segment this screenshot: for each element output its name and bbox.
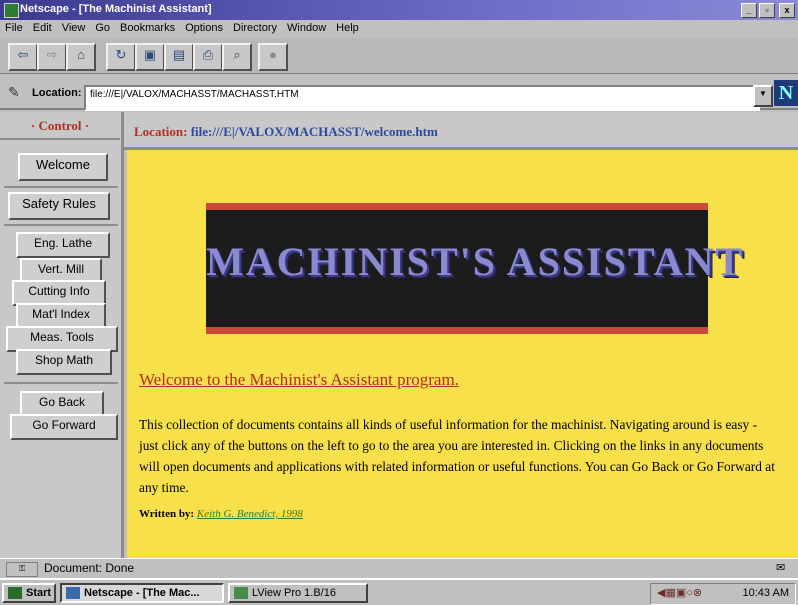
author-link[interactable]: Keith G. Benedict, 1998	[197, 508, 303, 520]
home-icon[interactable]: ⌂	[66, 43, 96, 71]
author-credit: Written by: Keith G. Benedict, 1998	[139, 508, 303, 520]
taskbar: Start Netscape - [The Mac... LView Pro 1…	[0, 578, 798, 605]
menu-bar: File Edit View Go Bookmarks Options Directory W…	[0, 20, 798, 38]
frame-location-label: Location:	[134, 124, 188, 139]
task-label: LView Pro 1.B/16	[252, 587, 336, 599]
netscape-app-icon	[4, 3, 19, 18]
window-title: Netscape - [The Machinist Assistant]	[20, 3, 212, 15]
bookmark-icon[interactable]: ✎	[8, 84, 28, 102]
toolbar: ⇦ ⇨ ⌂ ↻ ▣ ▤ ⎙ ⌕ ●	[0, 38, 798, 74]
menu-view[interactable]: View	[57, 20, 91, 34]
divider	[4, 186, 118, 188]
minimize-button[interactable]: _	[741, 3, 757, 18]
open-icon[interactable]: ▤	[164, 43, 194, 71]
menu-window[interactable]: Window	[282, 20, 331, 34]
lview-task-icon	[234, 587, 248, 600]
menu-edit[interactable]: Edit	[28, 20, 57, 34]
divider	[4, 224, 118, 226]
close-button[interactable]: x	[779, 3, 795, 18]
task-label: Netscape - [The Mac...	[84, 587, 200, 599]
banner-title: MACHINIST'S ASSISTANT	[206, 239, 745, 284]
divider	[4, 382, 118, 384]
windows-icon	[8, 587, 22, 600]
menu-help[interactable]: Help	[331, 20, 364, 34]
location-label: Location:	[32, 87, 82, 99]
system-tray: ◀▦▣○⊗ 10:43 AM	[650, 583, 796, 605]
intro-paragraph: This collection of documents contains al…	[139, 417, 775, 495]
print-icon[interactable]: ⎙	[193, 43, 223, 71]
netscape-task-icon	[66, 587, 80, 600]
menu-directory[interactable]: Directory	[228, 20, 282, 34]
start-label: Start	[26, 587, 52, 599]
find-icon[interactable]: ⌕	[222, 43, 252, 71]
menu-bookmarks[interactable]: Bookmarks	[115, 20, 180, 34]
control-frame: · Control · Welcome Safety Rules Eng. La…	[0, 112, 124, 558]
start-button[interactable]: Start	[2, 583, 56, 603]
taskbar-netscape[interactable]: Netscape - [The Mac...	[60, 583, 224, 603]
go-forward-button[interactable]: Go Forward	[10, 414, 118, 440]
back-icon[interactable]: ⇦	[8, 43, 38, 71]
maximize-button[interactable]: ▫	[759, 3, 775, 18]
shop-math-button[interactable]: Shop Math	[16, 349, 112, 375]
content-frame: MACHINIST'S ASSISTANT Welcome to the Mac…	[127, 150, 798, 558]
welcome-button[interactable]: Welcome	[18, 153, 108, 181]
menu-go[interactable]: Go	[90, 20, 115, 34]
location-frame: Location: file:///E|/VALOX/MACHASST/welc…	[124, 112, 798, 150]
status-bar: ⚿ Document: Done ✉	[0, 558, 798, 578]
menu-options[interactable]: Options	[180, 20, 228, 34]
clock: 10:43 AM	[742, 587, 789, 599]
forward-icon[interactable]: ⇨	[37, 43, 67, 71]
title-banner: MACHINIST'S ASSISTANT	[206, 203, 745, 334]
status-text: Document: Done	[44, 561, 135, 575]
netscape-logo: N	[774, 80, 798, 106]
control-title: · Control ·	[0, 118, 120, 140]
mail-icon[interactable]: ✉	[776, 561, 785, 574]
url-input[interactable]: file:///E|/VALOX/MACHASST/MACHASST.HTM	[84, 85, 760, 111]
taskbar-lview[interactable]: LView Pro 1.B/16	[228, 583, 368, 603]
menu-file[interactable]: File	[0, 20, 28, 34]
security-key-icon: ⚿	[6, 562, 38, 577]
stop-icon[interactable]: ●	[258, 43, 288, 71]
credit-label: Written by:	[139, 508, 195, 520]
welcome-heading: Welcome to the Machinist's Assistant pro…	[139, 370, 459, 389]
tray-icons[interactable]: ◀▦▣○⊗	[657, 586, 702, 599]
images-icon[interactable]: ▣	[135, 43, 165, 71]
frame-location: Location: file:///E|/VALOX/MACHASST/welc…	[134, 124, 438, 140]
frame-location-url: file:///E|/VALOX/MACHASST/welcome.htm	[190, 124, 438, 139]
eng-lathe-button[interactable]: Eng. Lathe	[16, 232, 110, 258]
reload-icon[interactable]: ↻	[106, 43, 136, 71]
location-bar: ✎ Location: file:///E|/VALOX/MACHASST/MA…	[0, 78, 798, 111]
title-bar: Netscape - [The Machinist Assistant] _ ▫…	[0, 0, 798, 20]
safety-rules-button[interactable]: Safety Rules	[8, 192, 110, 220]
url-dropdown-icon[interactable]: ▼	[753, 85, 773, 107]
